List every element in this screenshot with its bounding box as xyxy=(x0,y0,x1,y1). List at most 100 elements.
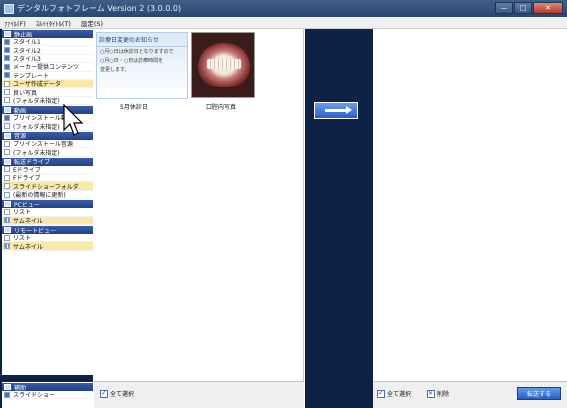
dental-photo-thumbnail[interactable] xyxy=(191,32,255,98)
slideshow-icon xyxy=(4,391,10,398)
sidebar-item[interactable]: Fドライブ xyxy=(2,174,93,183)
drive-icon xyxy=(4,174,10,181)
teeth-image xyxy=(207,59,241,69)
delete-button[interactable]: 削除 xyxy=(427,389,449,398)
sidebar-item[interactable]: プリインストール音源 xyxy=(2,140,93,149)
sidebar-item-label: ユーザ作成データ xyxy=(13,81,61,89)
pc-panel-footer: 全て選択 xyxy=(94,381,304,408)
sidebar-item-label: スタイル1 xyxy=(13,39,41,47)
sidebar-item-label: メーカー提供コンテンツ xyxy=(13,64,80,72)
selected-icon xyxy=(4,55,10,62)
section-icon xyxy=(4,227,11,234)
pc-thumbnail-panel: 診療日変更のお知らせ ○月○日は休診日となりますので ○月○日・○日は診療時間を… xyxy=(94,29,304,381)
sidebar-item[interactable]: 良い写真 xyxy=(2,88,93,97)
sidebar-item[interactable]: スタイル2 xyxy=(2,46,93,55)
notice-thumbnail[interactable]: 診療日変更のお知らせ ○月○日は休診日となりますので ○月○日・○日は診療時間を… xyxy=(96,32,188,99)
sidebar-item-label: スタイル3 xyxy=(13,55,41,63)
remote-panel-footer: 全て選択 削除 転送する xyxy=(373,381,567,408)
sidebar-section-header: 静止画 xyxy=(2,30,93,39)
sidebar-item[interactable]: メーカー提供コンテンツ xyxy=(2,63,93,72)
sidebar-item-label: Eドライブ xyxy=(13,166,41,174)
delete-icon xyxy=(427,389,435,398)
sidebar-item-label: リスト xyxy=(13,235,32,243)
sidebar-item[interactable]: サムネイル xyxy=(2,242,93,251)
sidebar-section-header: リモートビュー xyxy=(2,226,93,235)
sidebar-header-assist: 補助 xyxy=(2,383,93,392)
selected-icon xyxy=(4,72,10,79)
sidebar-item[interactable]: スタイル3 xyxy=(2,55,93,64)
sidebar-bottom: 補助 スライドショー xyxy=(2,382,93,408)
sidebar-item-label: Fドライブ xyxy=(13,175,41,183)
checkbox-icon xyxy=(377,389,385,398)
sidebar-item-label: スライドショーフォルダ xyxy=(13,183,79,191)
selected-icon xyxy=(4,63,10,70)
select-all-checkbox-right[interactable]: 全て選択 xyxy=(377,389,411,398)
selected-icon xyxy=(4,114,10,121)
sidebar-item[interactable]: (最新の情報に更新) xyxy=(2,191,93,200)
panel-divider xyxy=(305,29,373,408)
thumbnail-caption: 5月休診日 xyxy=(120,104,148,111)
folder-icon xyxy=(4,97,10,104)
sidebar-item[interactable]: リスト xyxy=(2,234,93,243)
selected-icon xyxy=(4,47,10,54)
section-icon xyxy=(4,158,11,165)
sidebar-item-label: サムネイル xyxy=(13,243,43,251)
notice-line: ○月○日・○日は診療時間を xyxy=(100,58,164,64)
sidebar-item[interactable]: テンプレート xyxy=(2,72,93,80)
sidebar-item-slideshow[interactable]: スライドショー xyxy=(2,391,93,400)
folder-icon xyxy=(4,140,10,147)
folder-icon xyxy=(4,80,10,87)
drive-icon xyxy=(4,166,10,173)
notice-line: 変更します。 xyxy=(100,67,130,73)
sidebar-item-label: (最新の情報に更新) xyxy=(13,192,66,200)
menu-file[interactable]: ﾌｧｲﾙ(F) xyxy=(4,18,26,28)
checkbox-icon xyxy=(100,389,108,398)
sidebar-item[interactable]: ユーザ作成データ xyxy=(2,79,93,89)
section-icon xyxy=(4,107,11,114)
list-icon xyxy=(4,234,10,241)
sidebar-item-label: テンプレート xyxy=(13,72,49,80)
close-button[interactable]: ✕ xyxy=(533,2,563,14)
grid-icon xyxy=(4,217,10,224)
folder-icon xyxy=(4,148,10,155)
transfer-button[interactable]: 転送する xyxy=(517,387,561,400)
menu-settings[interactable]: 設定(S) xyxy=(81,18,103,28)
window-titlebar: デンタルフォトフレーム Version 2 (3.0.0.0) — □ ✕ xyxy=(0,0,567,17)
sidebar-item-label: プリインストール音源 xyxy=(13,141,73,149)
sidebar-item-label: (フォルダ未指定) xyxy=(13,97,60,105)
menu-bar: ﾌｧｲﾙ(F) ｽﾙｲｲﾀｲﾄﾙ(T) 設定(S) xyxy=(0,17,567,29)
remote-thumbnail-panel xyxy=(373,29,567,381)
drive-icon xyxy=(4,191,10,198)
menu-slide-title[interactable]: ｽﾙｲｲﾀｲﾄﾙ(T) xyxy=(36,18,71,28)
maximize-button[interactable]: □ xyxy=(514,2,532,14)
section-icon xyxy=(4,201,11,208)
selected-icon xyxy=(4,38,10,45)
sidebar-item-label: スタイル2 xyxy=(13,47,41,55)
sidebar-item[interactable]: (フォルダ未指定) xyxy=(2,148,93,157)
sidebar-list: 静止画 スタイル1 スタイル2 スタイル3 メーカー提供コンテンツ テンプレート ユーザ作成… xyxy=(2,29,93,375)
transfer-arrow-button[interactable] xyxy=(314,102,358,119)
notice-title: 診療日変更のお知らせ xyxy=(97,33,187,47)
section-icon xyxy=(4,132,11,139)
grid-icon xyxy=(4,243,10,250)
sidebar: 静止画 スタイル1 スタイル2 スタイル3 メーカー提供コンテンツ テンプレート ユーザ作成… xyxy=(0,29,93,408)
mouse-cursor-icon xyxy=(63,104,84,136)
sidebar-section-header: PCビュー xyxy=(2,200,93,209)
assist-icon xyxy=(4,384,11,390)
select-all-checkbox-left[interactable]: 全て選択 xyxy=(100,389,134,398)
sidebar-item[interactable]: リスト xyxy=(2,208,93,217)
sidebar-item[interactable]: スタイル1 xyxy=(2,38,93,47)
sidebar-item[interactable]: スライドショーフォルダ xyxy=(2,182,93,191)
sidebar-item[interactable]: サムネイル xyxy=(2,216,93,226)
sidebar-item-label: サムネイル xyxy=(13,217,43,225)
notice-line: ○月○日は休診日となりますので xyxy=(100,49,174,55)
sidebar-item[interactable]: Eドライブ xyxy=(2,166,93,175)
minimize-button[interactable]: — xyxy=(495,2,513,14)
folder-icon xyxy=(4,123,10,130)
section-icon xyxy=(4,31,11,37)
window-title: デンタルフォトフレーム Version 2 (3.0.0.0) xyxy=(17,4,182,13)
sidebar-item-label: リスト xyxy=(13,209,32,217)
arrow-right-icon xyxy=(325,106,352,114)
sidebar-item-label: (フォルダ未指定) xyxy=(13,123,60,131)
sidebar-item-label: 良い写真 xyxy=(13,89,38,97)
